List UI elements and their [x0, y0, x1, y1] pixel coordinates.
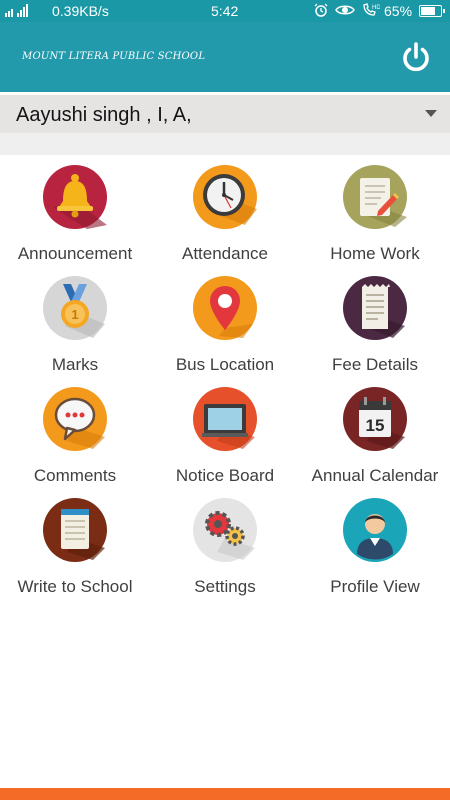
clock-time: 5:42 [211, 3, 239, 19]
menu-label: Home Work [330, 244, 420, 263]
menu-label: Bus Location [175, 355, 275, 374]
menu-item-home-work[interactable]: Home Work [300, 160, 450, 271]
medal-icon: 1 [43, 276, 107, 340]
selected-student: Aayushi singh , I, A, [16, 104, 192, 126]
menu-label: Write to School [17, 577, 133, 596]
dropdown-caret-icon [425, 110, 437, 117]
battery-icon [419, 5, 445, 17]
menu-item-fee-details[interactable]: Fee Details [300, 271, 450, 382]
app-bar: MOUNT LITERA PUBLIC SCHOOL [0, 22, 450, 92]
menu-label: Comments [33, 466, 117, 485]
power-icon[interactable] [400, 40, 432, 74]
user-profile-icon [343, 498, 407, 562]
network-speed: 0.39KB/s [52, 3, 109, 19]
menu-item-attendance[interactable]: Attendance [150, 160, 300, 271]
menu-label: Announcement [17, 244, 133, 263]
menu-item-settings[interactable]: Settings [150, 493, 300, 604]
student-selector[interactable]: Aayushi singh , I, A, [0, 95, 450, 133]
calendar-day: 15 [366, 416, 385, 435]
menu-label: Attendance [181, 244, 268, 263]
section-divider [0, 133, 450, 155]
svg-text:HD: HD [372, 5, 380, 11]
status-bar: 0.39KB/s 5:42 HD 65% [0, 0, 450, 22]
map-pin-icon [193, 276, 257, 340]
menu-label: Profile View [330, 577, 420, 596]
menu-label: Annual Calendar [311, 466, 439, 485]
receipt-icon [343, 276, 407, 340]
menu-label: Marks [51, 355, 99, 374]
menu-item-write-to-school[interactable]: Write to School [0, 493, 150, 604]
menu-item-bus-location[interactable]: Bus Location [150, 271, 300, 382]
battery-percent: 65% [384, 3, 413, 19]
alarm-icon [314, 3, 328, 17]
menu-label: Notice Board [175, 466, 275, 485]
bottom-accent-bar [0, 788, 450, 800]
clock-icon [193, 165, 257, 229]
calendar-icon: 15 [343, 387, 407, 451]
menu-label: Settings [194, 577, 256, 596]
menu-item-comments[interactable]: Comments [0, 382, 150, 493]
app-screen: 0.39KB/s 5:42 HD 65% MOUNT LITERA PUBLIC… [0, 0, 450, 800]
menu-item-announcement[interactable]: Announcement [0, 160, 150, 271]
school-name: MOUNT LITERA PUBLIC SCHOOL [22, 51, 206, 62]
menu-label: Fee Details [332, 355, 418, 374]
menu-item-annual-calendar[interactable]: 15 Annual Calendar [300, 382, 450, 493]
signal-icon [5, 3, 28, 17]
notepad-icon [43, 498, 107, 562]
notebook-pencil-icon [343, 165, 407, 229]
svg-text:1: 1 [71, 307, 78, 322]
menu-item-profile-view[interactable]: Profile View [300, 493, 450, 604]
eye-icon [335, 5, 355, 15]
gears-icon [193, 498, 257, 562]
menu-item-marks[interactable]: 1 Marks [0, 271, 150, 382]
bell-icon [43, 165, 107, 229]
hd-call-icon: HD [363, 3, 380, 16]
board-icon [193, 387, 257, 451]
speech-bubble-icon [43, 387, 107, 451]
menu-item-notice-board[interactable]: Notice Board [150, 382, 300, 493]
